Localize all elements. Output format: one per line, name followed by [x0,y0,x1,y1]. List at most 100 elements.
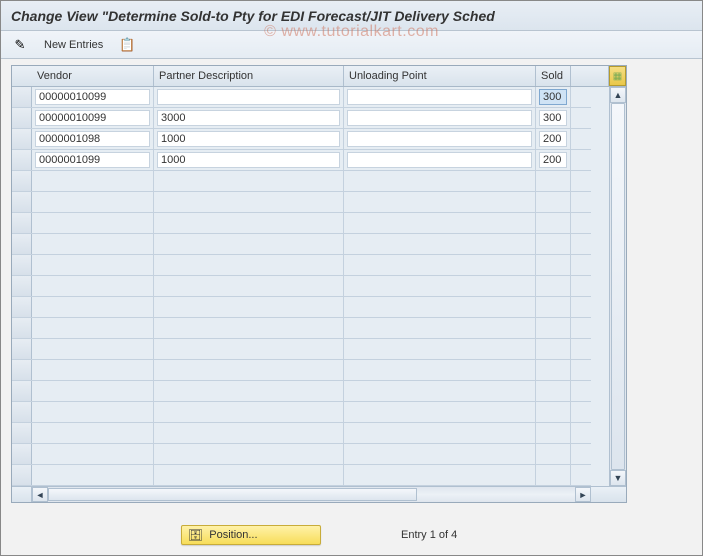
row-selector[interactable] [12,213,32,233]
table-cell [344,150,536,170]
cell-input[interactable] [347,89,532,105]
table-cell [32,465,154,485]
row-selector[interactable] [12,381,32,401]
pencil-icon: ✎ [15,37,26,53]
row-selector[interactable] [12,297,32,317]
column-header-vendor[interactable]: Vendor [32,66,154,86]
table-cell [154,171,344,191]
table-cell [344,465,536,485]
table-cell [154,192,344,212]
table-cell [536,360,571,380]
table-cell [154,423,344,443]
table-cell [344,108,536,128]
hscroll-track[interactable] [48,487,575,502]
cell-input[interactable] [157,152,340,168]
table-cell [154,234,344,254]
table-cell [344,444,536,464]
row-selector[interactable] [12,423,32,443]
hscroll-thumb[interactable] [48,488,417,501]
cell-input[interactable] [35,131,150,147]
hscroll-right-button[interactable]: ► [575,487,591,502]
table-cell [32,171,154,191]
cell-input[interactable] [539,110,567,126]
table-settings-button[interactable]: ▦ [609,66,626,86]
table-cell [32,381,154,401]
vscroll-down-button[interactable]: ▼ [610,470,626,486]
row-selector[interactable] [12,339,32,359]
footer-bar: 🗄 Position... Entry 1 of 4 [1,525,702,545]
row-selector[interactable] [12,108,32,128]
row-selector[interactable] [12,150,32,170]
table-cell [154,360,344,380]
table-cell [154,381,344,401]
table-cell [536,444,571,464]
table-cell [32,192,154,212]
row-selector[interactable] [12,255,32,275]
row-selector[interactable] [12,318,32,338]
cell-input[interactable] [347,110,532,126]
row-selector[interactable] [12,192,32,212]
table-cell [344,339,536,359]
table-cell [32,129,154,149]
cell-input[interactable] [35,152,150,168]
hscroll-left-button[interactable]: ◄ [32,487,48,502]
cell-input[interactable] [157,131,340,147]
column-header-sold[interactable]: Sold [536,66,571,86]
horizontal-scrollbar[interactable]: ◄ ► [12,486,591,502]
table-cell [536,297,571,317]
table-cell [536,192,571,212]
table-cell [154,465,344,485]
cell-input[interactable] [539,152,567,168]
table-cell [536,129,571,149]
cell-input[interactable] [347,152,532,168]
vscroll-track[interactable] [610,103,626,470]
entry-status-text: Entry 1 of 4 [401,529,457,541]
table-row [12,423,591,444]
vertical-scrollbar[interactable]: ▲ ▼ [609,87,626,486]
cell-input[interactable] [35,110,150,126]
row-selector[interactable] [12,276,32,296]
cell-input[interactable] [157,110,340,126]
table-cell [344,255,536,275]
table-cell [32,234,154,254]
toolbar: ✎ New Entries 📋 [1,31,702,59]
vscroll-thumb[interactable] [611,103,625,470]
column-header-partner-desc[interactable]: Partner Description [154,66,344,86]
table-cell [154,87,344,107]
table-cell [154,402,344,422]
table-cell [32,213,154,233]
column-header-unloading-point[interactable]: Unloading Point [344,66,536,86]
row-selector[interactable] [12,129,32,149]
copy-button[interactable]: 📋 [116,35,138,55]
new-entries-button[interactable]: New Entries [36,35,111,55]
cell-input[interactable] [157,89,340,105]
page-title: Change View "Determine Sold-to Pty for E… [11,8,692,24]
row-selector[interactable] [12,171,32,191]
table-cell [154,255,344,275]
cell-input[interactable] [35,89,150,105]
cell-input[interactable] [539,131,567,147]
row-selector[interactable] [12,360,32,380]
toggle-edit-button[interactable]: ✎ [9,35,31,55]
table-cell [32,360,154,380]
table-main: Vendor Partner Description Unloading Poi… [12,66,591,502]
position-button[interactable]: 🗄 Position... [181,525,321,545]
table-header-row: Vendor Partner Description Unloading Poi… [12,66,591,87]
cell-input[interactable] [539,89,567,105]
table-cell [344,381,536,401]
row-selector[interactable] [12,87,32,107]
row-selector[interactable] [12,402,32,422]
row-selector[interactable] [12,444,32,464]
table-cell [154,297,344,317]
row-selector[interactable] [12,465,32,485]
table-row [12,255,591,276]
cell-input[interactable] [347,131,532,147]
row-selector[interactable] [12,234,32,254]
table-cell [154,339,344,359]
table-cell [32,87,154,107]
sold-col-overflow [591,66,609,86]
row-selector-header[interactable] [12,66,32,86]
vscroll-up-button[interactable]: ▲ [610,87,626,103]
position-button-label: Position... [209,529,257,541]
table-cell [32,318,154,338]
